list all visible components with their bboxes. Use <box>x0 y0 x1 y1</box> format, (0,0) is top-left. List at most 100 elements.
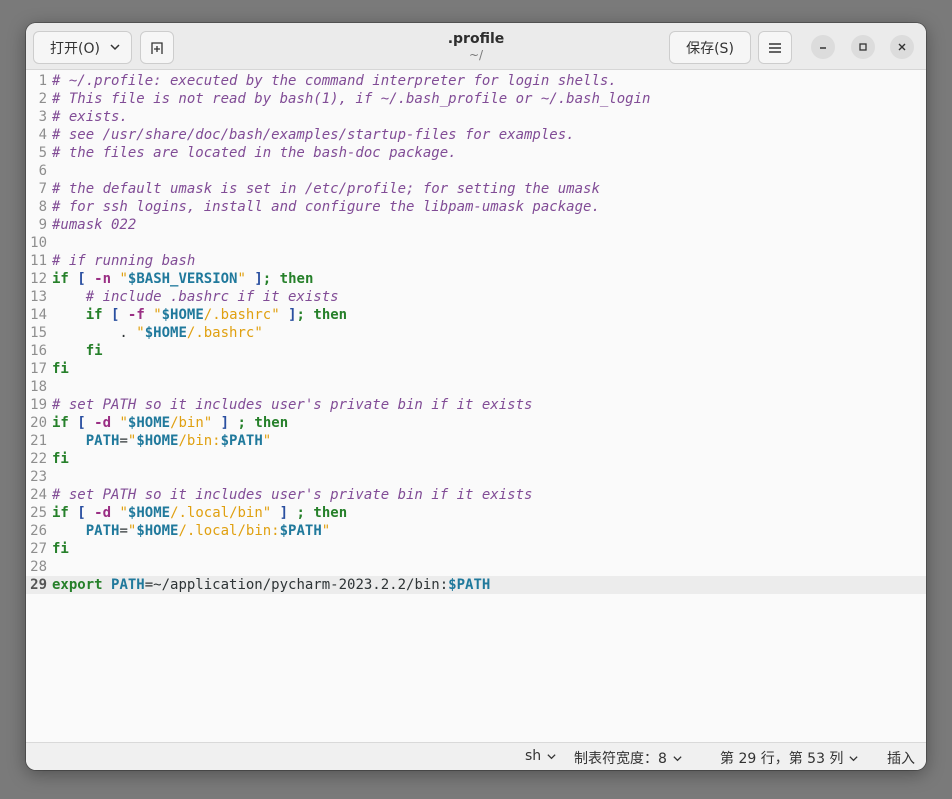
line-number: 25 <box>30 505 47 521</box>
code-text: if [ -n "$BASH_VERSION" ]; then <box>52 270 313 288</box>
line-number: 14 <box>30 307 47 323</box>
line-number: 7 <box>38 181 47 197</box>
line-number: 22 <box>30 451 47 467</box>
close-button[interactable] <box>890 35 914 59</box>
hamburger-menu-icon <box>768 42 782 54</box>
line-number: 10 <box>30 235 47 251</box>
code-token: -f <box>127 307 145 323</box>
new-tab-icon <box>149 40 165 56</box>
code-line[interactable]: 5 # the files are located in the bash-doc… <box>26 144 926 162</box>
code-line[interactable]: 22 fi <box>26 450 926 468</box>
code-token: #umask 022 <box>52 217 137 233</box>
save-button-label: 保存(S) <box>686 40 734 57</box>
code-token: if <box>52 415 69 431</box>
open-button[interactable]: 打开(O) <box>33 31 132 64</box>
code-text: if [ -d "$HOME/.local/bin" ] ; then <box>52 504 347 522</box>
code-text: fi <box>52 540 69 558</box>
code-line[interactable]: 20 if [ -d "$HOME/bin" ] ; then <box>26 414 926 432</box>
line-number: 12 <box>30 271 47 287</box>
code-line[interactable]: 19 # set PATH so it includes user's priva… <box>26 396 926 414</box>
code-line[interactable]: 2 # This file is not read by bash(1), if … <box>26 90 926 108</box>
code-line[interactable]: 6 <box>26 162 926 180</box>
code-line[interactable]: 24 # set PATH so it includes user's priva… <box>26 486 926 504</box>
code-token: # include .bashrc if it exists <box>85 289 339 305</box>
code-text: # include .bashrc if it exists <box>52 288 339 306</box>
line-number: 15 <box>30 325 47 341</box>
code-text: # This file is not read by bash(1), if ~… <box>52 90 650 108</box>
code-line[interactable]: 11 # if running bash <box>26 252 926 270</box>
code-line[interactable]: 12 if [ -n "$BASH_VERSION" ]; then <box>26 270 926 288</box>
code-token: $HOME <box>127 505 171 521</box>
code-line[interactable]: 28 <box>26 558 926 576</box>
cursor-position-selector[interactable]: 第 29 行，第 53 列 <box>720 748 859 768</box>
code-line[interactable]: 15 . "$HOME/.bashrc" <box>26 324 926 342</box>
code-token: /.local/bin" <box>170 505 272 521</box>
code-line[interactable]: 23 <box>26 468 926 486</box>
language-label: sh <box>525 748 542 764</box>
line-number: 1 <box>38 73 47 89</box>
code-line[interactable]: 26 PATH="$HOME/.local/bin:$PATH" <box>26 522 926 540</box>
code-line[interactable]: 13 # include .bashrc if it exists <box>26 288 926 306</box>
code-line[interactable]: 25 if [ -d "$HOME/.local/bin" ] ; then <box>26 504 926 522</box>
line-number: 2 <box>38 91 47 107</box>
line-number: 16 <box>30 343 47 359</box>
code-text: # if running bash <box>52 252 195 270</box>
code-token: " <box>119 415 128 431</box>
code-token: if <box>52 271 69 287</box>
code-token: # ~/.profile: executed by the command in… <box>52 73 617 89</box>
code-text: export PATH=~/application/pycharm-2023.2… <box>52 576 490 594</box>
code-line[interactable]: 3 # exists. <box>26 108 926 126</box>
code-token: $PATH <box>220 433 263 449</box>
line-number: 28 <box>30 559 47 575</box>
code-token: " <box>262 433 272 449</box>
line-number: 3 <box>38 109 47 125</box>
code-line[interactable]: 4 # see /usr/share/doc/bash/examples/star… <box>26 126 926 144</box>
language-selector[interactable]: sh <box>525 748 557 764</box>
code-line[interactable]: 18 <box>26 378 926 396</box>
code-token: " <box>153 307 162 323</box>
code-token: # exists. <box>52 109 128 125</box>
code-token: if <box>52 505 69 521</box>
code-line[interactable]: 8 # for ssh logins, install and configure… <box>26 198 926 216</box>
line-number: 23 <box>30 469 47 485</box>
code-line[interactable]: 7 # the default umask is set in /etc/prof… <box>26 180 926 198</box>
open-button-label: 打开(O) <box>50 40 100 57</box>
code-line[interactable]: 10 <box>26 234 926 252</box>
code-line[interactable]: 16 fi <box>26 342 926 360</box>
code-token: /.bashrc" <box>203 307 280 323</box>
code-line[interactable]: 1 # ~/.profile: executed by the command i… <box>26 72 926 90</box>
code-line[interactable]: 17 fi <box>26 360 926 378</box>
code-token: $HOME <box>136 433 179 449</box>
code-token: . <box>52 325 137 341</box>
code-token: ; <box>262 271 272 287</box>
minimize-button[interactable] <box>811 35 835 59</box>
save-button[interactable]: 保存(S) <box>669 31 751 64</box>
code-token: " <box>119 505 128 521</box>
code-line[interactable]: 21 PATH="$HOME/bin:$PATH" <box>26 432 926 450</box>
code-token: ] <box>254 271 263 287</box>
line-number: 17 <box>30 361 47 377</box>
main-menu-button[interactable] <box>758 31 792 64</box>
code-token: # the default umask is set in /etc/profi… <box>52 181 600 197</box>
code-token: -n <box>94 271 112 287</box>
new-tab-button[interactable] <box>140 31 174 64</box>
line-number: 8 <box>38 199 47 215</box>
code-text: # exists. <box>52 108 128 126</box>
code-line[interactable]: 29 export PATH=~/application/pycharm-2023… <box>26 576 926 594</box>
maximize-button[interactable] <box>851 35 875 59</box>
code-token: fi <box>52 361 69 377</box>
code-line[interactable]: 27 fi <box>26 540 926 558</box>
text-view[interactable]: 1 # ~/.profile: executed by the command i… <box>26 70 926 742</box>
code-token: $PATH <box>279 523 322 539</box>
code-line[interactable]: 14 if [ -f "$HOME/.bashrc" ]; then <box>26 306 926 324</box>
code-line[interactable]: 9 #umask 022 <box>26 216 926 234</box>
tab-width-selector[interactable]: 制表符宽度：8 <box>574 748 683 768</box>
